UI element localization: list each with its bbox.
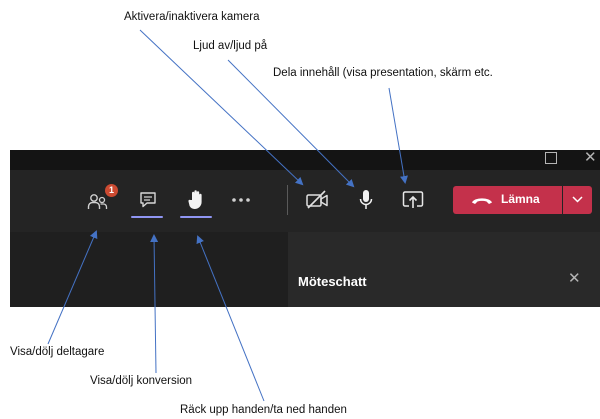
share-callout-label: Dela innehåll (visa presentation, skärm … xyxy=(273,67,493,79)
window-titlebar: ✕ xyxy=(10,150,600,170)
microphone-icon[interactable] xyxy=(358,188,374,212)
share-screen-icon[interactable] xyxy=(402,190,424,210)
participants-count-badge: 1 xyxy=(105,184,118,197)
chevron-down-icon xyxy=(572,196,583,203)
camera-off-icon[interactable] xyxy=(305,190,331,210)
chat-close-icon[interactable]: ✕ xyxy=(568,269,581,287)
hand-active-underline xyxy=(180,216,212,218)
meeting-toolbar: 1 Lämna xyxy=(10,170,600,232)
maximize-icon[interactable] xyxy=(545,152,557,164)
participants-callout-label: Visa/dölj deltagare xyxy=(10,346,105,358)
meeting-screenshot: ✕ 1 Lämna Möteschatt ✕ xyxy=(10,150,600,307)
hand-callout-label: Räck upp handen/ta ned handen xyxy=(180,404,347,416)
mic-callout-label: Ljud av/ljud på xyxy=(193,40,268,52)
toolbar-divider xyxy=(287,185,288,215)
leave-button[interactable]: Lämna xyxy=(453,186,562,214)
more-icon[interactable] xyxy=(231,197,251,203)
chat-panel-title: Möteschatt xyxy=(298,274,367,289)
leave-options-button[interactable] xyxy=(563,186,592,214)
camera-callout-label: Aktivera/inaktivera kamera xyxy=(124,11,260,23)
window-close-icon[interactable]: ✕ xyxy=(584,150,597,166)
chat-panel: Möteschatt ✕ xyxy=(288,232,600,307)
raise-hand-icon[interactable] xyxy=(187,189,205,211)
chat-active-underline xyxy=(131,216,163,218)
meeting-stage xyxy=(10,232,288,307)
phone-hangup-icon xyxy=(472,198,492,204)
leave-button-label: Lämna xyxy=(501,192,540,206)
chat-callout-label: Visa/dölj konversion xyxy=(90,375,193,387)
chat-icon[interactable] xyxy=(139,191,157,209)
